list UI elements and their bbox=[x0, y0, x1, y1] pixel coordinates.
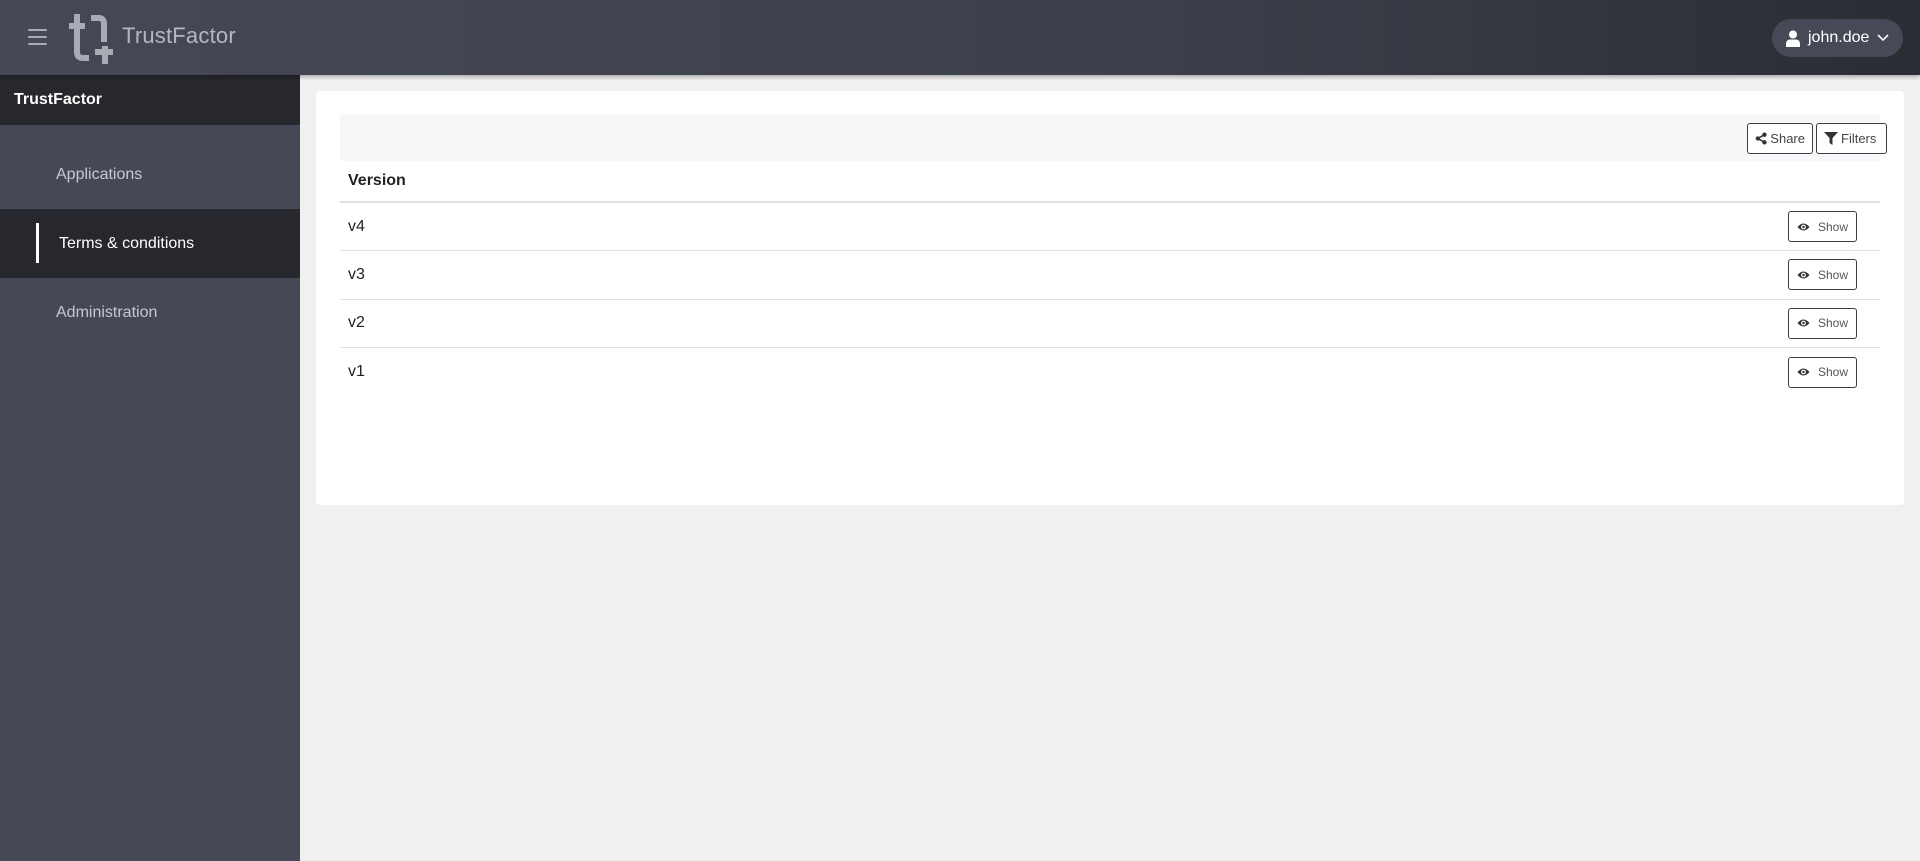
user-icon bbox=[1786, 30, 1800, 47]
eye-icon bbox=[1797, 368, 1810, 376]
brand-name[interactable]: TrustFactor bbox=[122, 23, 236, 49]
sidebar: TrustFactor Applications Terms & conditi… bbox=[0, 75, 300, 861]
sidebar-item-label: Terms & conditions bbox=[59, 234, 195, 252]
sidebar-item-applications[interactable]: Applications bbox=[0, 140, 300, 209]
user-menu-button[interactable]: john.doe bbox=[1772, 19, 1903, 57]
column-header-version[interactable]: Version bbox=[340, 161, 952, 203]
show-label: Show bbox=[1818, 219, 1849, 234]
eye-icon bbox=[1797, 223, 1810, 230]
table-row[interactable]: v1 Show bbox=[340, 348, 1880, 397]
table-header-row: Version bbox=[340, 161, 1880, 203]
table-row[interactable]: v2 Show bbox=[340, 299, 1880, 348]
eye-icon bbox=[1797, 271, 1810, 279]
trustfactor-logo-icon bbox=[69, 14, 113, 64]
share-label: Share bbox=[1770, 131, 1805, 146]
show-button[interactable]: Show bbox=[1788, 259, 1857, 291]
filter-icon bbox=[1824, 132, 1838, 145]
sidebar-item-terms-conditions[interactable]: Terms & conditions bbox=[0, 209, 300, 278]
version-cell: v1 bbox=[348, 363, 365, 380]
version-cell: v2 bbox=[340, 299, 952, 348]
filters-label: Filters bbox=[1841, 131, 1877, 146]
top-bar: TrustFactor john.doe bbox=[0, 0, 1920, 75]
sidebar-item-administration[interactable]: Administration bbox=[0, 278, 300, 347]
chevron-down-icon bbox=[1877, 34, 1889, 42]
version-cell: v3 bbox=[340, 250, 952, 300]
table-row[interactable]: v3 Show bbox=[340, 250, 1880, 300]
show-button[interactable]: Show bbox=[1788, 211, 1857, 242]
sidebar-item-label: Applications bbox=[56, 165, 143, 183]
show-label: Show bbox=[1818, 316, 1849, 331]
versions-table: Version v4 Show v3 Show v2 Show v1 Show bbox=[340, 161, 1880, 396]
sidebar-header: TrustFactor bbox=[0, 75, 300, 125]
active-indicator bbox=[36, 223, 39, 263]
show-button[interactable]: Show bbox=[1788, 356, 1857, 388]
list-toolbar: Share Filters bbox=[340, 114, 1887, 161]
share-button[interactable]: Share bbox=[1747, 123, 1813, 154]
eye-icon bbox=[1797, 319, 1810, 327]
sidebar-item-label: Administration bbox=[56, 303, 158, 321]
user-name: john.doe bbox=[1808, 29, 1870, 46]
show-label: Show bbox=[1818, 365, 1849, 379]
show-label: Show bbox=[1818, 267, 1849, 282]
filters-button[interactable]: Filters bbox=[1816, 123, 1887, 154]
show-button[interactable]: Show bbox=[1788, 307, 1857, 339]
version-cell: v4 bbox=[340, 202, 952, 251]
share-icon bbox=[1755, 132, 1767, 145]
column-header-actions bbox=[951, 161, 1880, 203]
table-row[interactable]: v4 Show bbox=[340, 202, 1880, 251]
content-card: Share Filters Version v4 Show v3 Show v2… bbox=[316, 91, 1904, 505]
hamburger-icon[interactable] bbox=[28, 29, 47, 45]
